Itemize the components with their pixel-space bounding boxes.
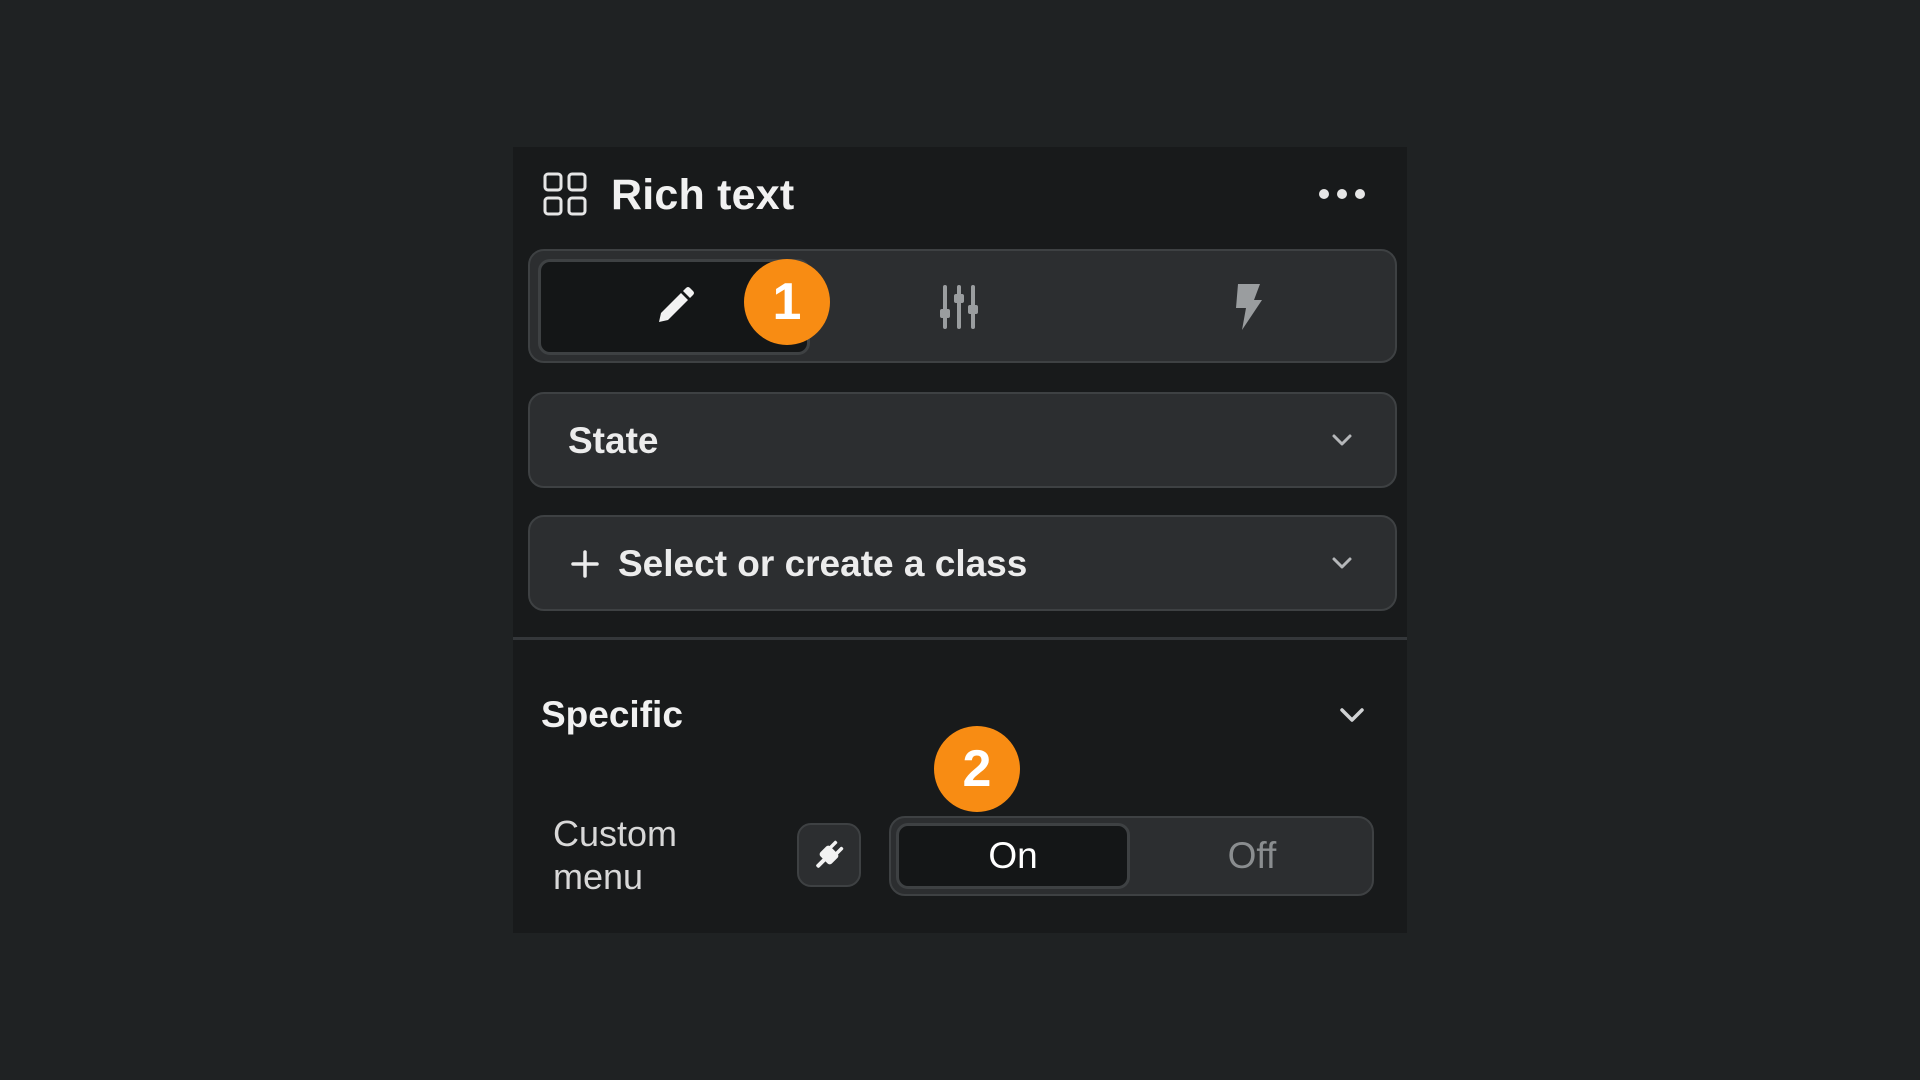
toggle-on-option[interactable]: On <box>896 823 1130 889</box>
chevron-down-icon[interactable] <box>1339 706 1365 724</box>
custom-menu-toggle: On Off <box>889 816 1374 896</box>
tab-interactions[interactable] <box>1110 259 1385 355</box>
connect-data-button[interactable] <box>797 823 861 887</box>
chevron-down-icon <box>1332 434 1352 446</box>
panel-title: Rich text <box>611 171 795 219</box>
state-dropdown[interactable]: State <box>528 392 1397 488</box>
custom-menu-label: Custom menu <box>553 813 678 897</box>
annotation-badge-1: 1 <box>744 259 830 345</box>
element-settings-panel: Rich text State Select or create a class… <box>513 147 1407 933</box>
panel-header: Rich text <box>513 147 1407 239</box>
annotation-badge-2: 2 <box>934 726 1020 812</box>
class-selector-dropdown[interactable]: Select or create a class <box>528 515 1397 611</box>
more-horizontal-icon <box>1319 189 1365 199</box>
sliders-icon <box>940 285 978 329</box>
state-dropdown-label: State <box>568 420 659 461</box>
plus-icon <box>571 550 599 578</box>
panel-tabs <box>528 249 1397 363</box>
specific-section-title: Specific <box>541 694 683 735</box>
plug-icon <box>816 840 844 868</box>
lightning-icon <box>1235 284 1262 330</box>
pencil-icon <box>659 287 694 322</box>
chevron-down-icon <box>1332 557 1352 569</box>
more-options-button[interactable] <box>1317 179 1367 209</box>
tab-settings[interactable] <box>822 259 1096 355</box>
toggle-off-option[interactable]: Off <box>1134 823 1370 889</box>
class-dropdown-label: Select or create a class <box>618 543 1028 584</box>
component-icon <box>543 172 587 216</box>
section-divider <box>513 637 1407 640</box>
